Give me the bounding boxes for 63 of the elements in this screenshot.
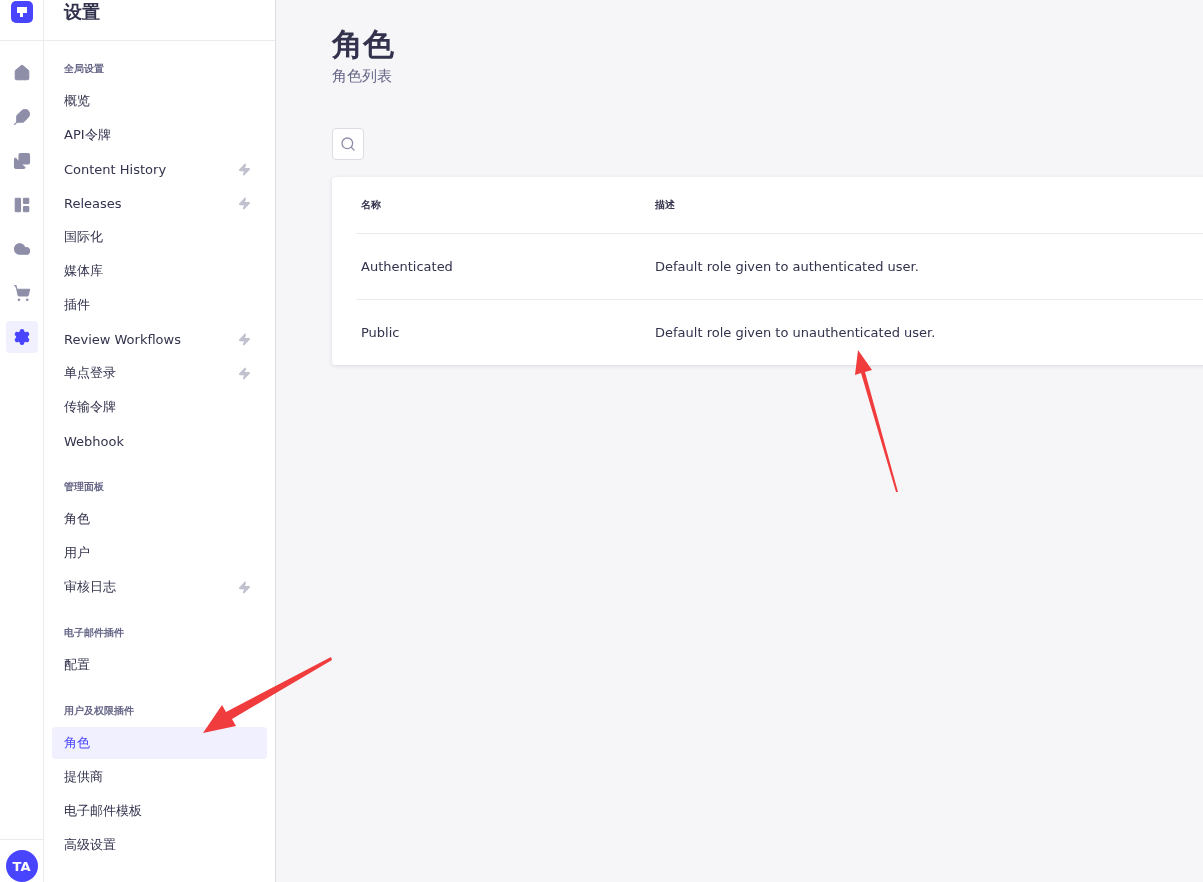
images-icon	[12, 152, 31, 170]
home-icon	[12, 64, 31, 82]
sidebar-item[interactable]: 用户	[52, 537, 267, 569]
page-subtitle: 角色列表	[332, 66, 393, 86]
sidebar-item-label: 高级设置	[64, 836, 116, 854]
cloud-icon	[12, 240, 31, 258]
section-title: 全局设置	[63, 62, 105, 76]
sidebar-item[interactable]: 单点登录	[52, 357, 267, 389]
feather-icon	[12, 108, 31, 126]
sidebar-item-label: 配置	[64, 656, 90, 674]
sidebar-item[interactable]: 角色	[52, 503, 267, 535]
sidebar-item-label: Webhook	[64, 433, 125, 449]
sidebar-item-label: 提供商	[64, 768, 103, 786]
sidebar-item-label: 用户	[64, 544, 90, 562]
sidebar-item-label: 媒体库	[64, 262, 103, 280]
sidebar-item-label: Review Workflows	[64, 331, 181, 347]
page-title: 角色	[332, 25, 395, 64]
sidebar-item[interactable]: 配置	[52, 649, 267, 681]
sidebar-item-label: 概览	[64, 92, 90, 110]
sidebar-item[interactable]: 审核日志	[52, 571, 267, 603]
sidebar-item[interactable]: Review Workflows	[52, 323, 267, 355]
sidebar-item[interactable]: 提供商	[52, 761, 267, 793]
section-title: 管理面板	[63, 480, 105, 494]
sidebar-item-label: 审核日志	[64, 578, 116, 596]
column-header: 名称	[361, 198, 382, 212]
table-cell-text: Default role given to unauthenticated user.	[655, 325, 937, 340]
table-cell-text: Public	[361, 325, 401, 340]
table-cell-text: Default role given to authenticated user.	[655, 259, 920, 274]
section-title: 电子邮件插件	[63, 626, 125, 640]
cart-icon	[12, 284, 31, 302]
sidebar-item[interactable]: Webhook	[52, 425, 267, 457]
layout-icon	[12, 196, 31, 214]
sidebar-item-label: Releases	[64, 195, 122, 211]
table-cell-text: Authenticated	[361, 259, 454, 274]
sidebar-item[interactable]: 概览	[52, 85, 267, 117]
sidebar-item-label: 电子邮件模板	[64, 802, 142, 820]
sidebar-title: 设置	[64, 0, 100, 24]
section-title: 用户及权限插件	[63, 704, 135, 718]
settings-icon	[12, 328, 31, 346]
column-header: 描述	[655, 198, 676, 212]
sidebar-item[interactable]: Releases	[52, 187, 267, 219]
sidebar-item-label: 角色	[64, 734, 90, 752]
nav-button[interactable]	[5, 321, 38, 353]
sidebar-item[interactable]: 插件	[52, 289, 267, 321]
logo-icon[interactable]	[10, 1, 33, 23]
sidebar-item-label: 角色	[64, 510, 90, 528]
sidebar-item-label: Content History	[64, 161, 167, 177]
sidebar-item[interactable]: Content History	[52, 153, 267, 185]
sidebar-item[interactable]: 角色	[52, 727, 267, 759]
sidebar-item[interactable]: 传输令牌	[52, 391, 267, 423]
sidebar-item[interactable]: 国际化	[52, 221, 267, 253]
search-icon	[340, 136, 356, 152]
user-avatar[interactable]: TA	[5, 850, 38, 882]
sidebar-item-label: 传输令牌	[64, 398, 116, 416]
sidebar-item[interactable]: 媒体库	[52, 255, 267, 287]
search-button[interactable]	[332, 128, 364, 160]
sidebar-item[interactable]: 高级设置	[52, 829, 267, 861]
sidebar-item-label: 单点登录	[64, 364, 116, 382]
sidebar-item-label: API令牌	[64, 126, 111, 144]
sidebar-item-label: 国际化	[64, 228, 103, 246]
sidebar-item[interactable]: 电子邮件模板	[52, 795, 267, 827]
sidebar-item-label: 插件	[64, 296, 90, 314]
sidebar-item[interactable]: API令牌	[52, 119, 267, 151]
